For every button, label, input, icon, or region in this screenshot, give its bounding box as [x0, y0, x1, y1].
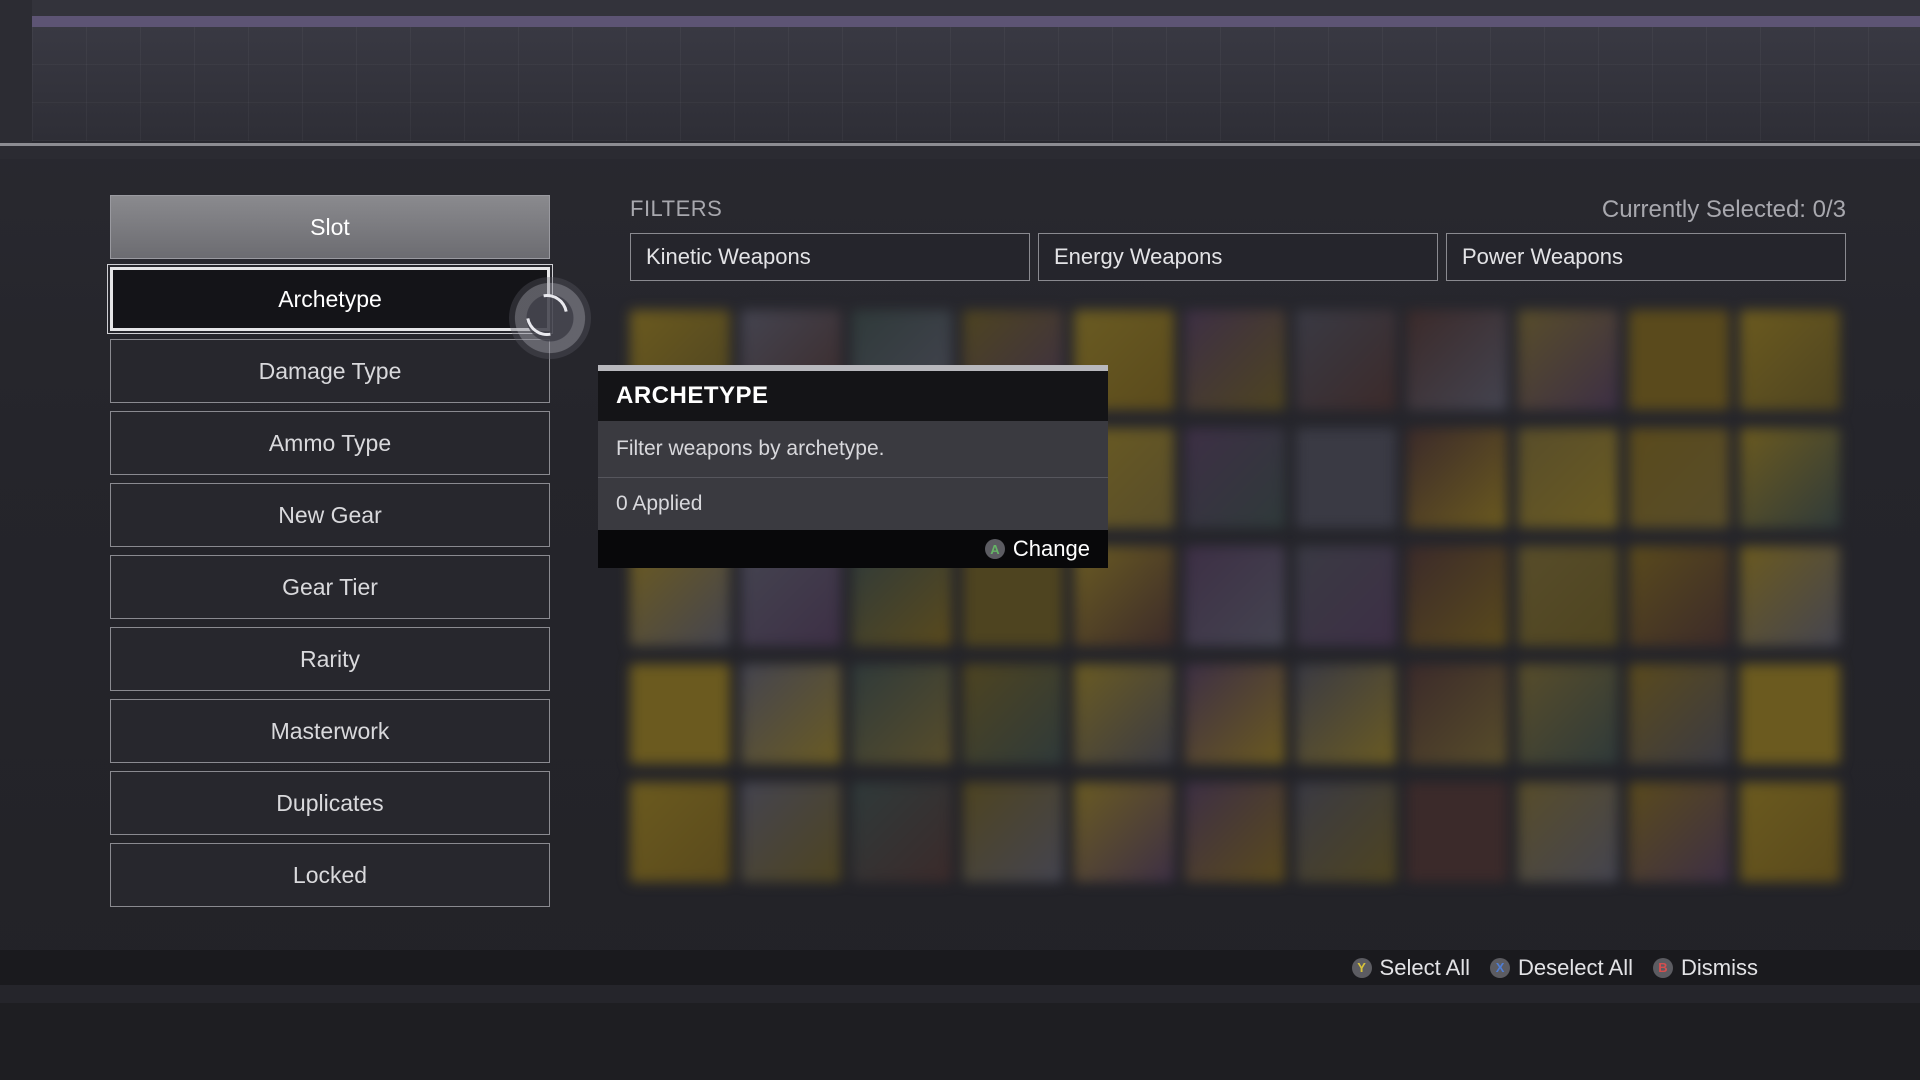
weapon-tile-blurred — [1629, 782, 1729, 882]
weapon-tile-blurred — [1074, 664, 1174, 764]
category-gear-tier[interactable]: Gear Tier — [110, 555, 550, 619]
weapon-tile-blurred — [1518, 310, 1618, 410]
weapon-tile-blurred — [1185, 782, 1285, 882]
select-all-action[interactable]: Y Select All — [1351, 954, 1471, 981]
weapon-tile-blurred — [1185, 546, 1285, 646]
y-button-icon: Y — [1351, 957, 1372, 978]
filter-kinetic-weapons[interactable]: Kinetic Weapons — [630, 233, 1030, 281]
bottom-strip — [0, 985, 1920, 1003]
weapon-tile-blurred — [1407, 428, 1507, 528]
header-banner — [32, 16, 1920, 141]
weapon-tile-blurred — [852, 782, 952, 882]
weapon-tile-blurred — [630, 782, 730, 882]
weapon-tile-blurred — [1296, 546, 1396, 646]
x-button-icon: X — [1490, 957, 1511, 978]
weapon-tile-blurred — [1518, 664, 1618, 764]
category-rarity[interactable]: Rarity — [110, 627, 550, 691]
weapon-tile-blurred — [1629, 428, 1729, 528]
weapon-tile-blurred — [1740, 546, 1840, 646]
bottom-actions: Y Select All X Deselect All B Dismiss — [1351, 950, 1758, 985]
header-divider — [0, 143, 1920, 159]
cursor-ring-icon — [509, 277, 591, 359]
header-left-shade — [0, 0, 32, 143]
weapon-tile-blurred — [1296, 428, 1396, 528]
dismiss-label: Dismiss — [1681, 954, 1758, 980]
weapon-tile-blurred — [1740, 310, 1840, 410]
weapon-tile-blurred — [1740, 782, 1840, 882]
weapon-tile-blurred — [1407, 310, 1507, 410]
weapon-tile-blurred — [1629, 664, 1729, 764]
weapon-tile-blurred — [963, 782, 1063, 882]
archetype-tooltip: ARCHETYPE Filter weapons by archetype. 0… — [598, 365, 1108, 568]
weapon-tile-blurred — [1740, 428, 1840, 528]
filters-heading: FILTERS — [630, 196, 723, 221]
tooltip-description: Filter weapons by archetype. — [598, 421, 1108, 478]
weapon-tile-blurred — [1074, 782, 1174, 882]
weapon-tile-blurred — [1629, 546, 1729, 646]
category-masterwork[interactable]: Masterwork — [110, 699, 550, 763]
dismiss-action[interactable]: B Dismiss — [1653, 955, 1758, 981]
weapon-tile-blurred — [1518, 782, 1618, 882]
category-damage-type[interactable]: Damage Type — [110, 339, 550, 403]
inventory-filter-screen: Slot Archetype Damage Type Ammo Type New… — [0, 0, 1920, 1080]
a-button-icon: A — [984, 539, 1005, 559]
tooltip-action-label: Change — [1012, 536, 1090, 561]
weapon-tile-blurred — [1185, 664, 1285, 764]
category-slot[interactable]: Slot — [110, 195, 550, 259]
weapon-tile-blurred — [1185, 428, 1285, 528]
category-ammo-type[interactable]: Ammo Type — [110, 411, 550, 475]
weapon-tile-blurred — [1629, 310, 1729, 410]
bottom-base — [0, 1003, 1920, 1080]
category-locked[interactable]: Locked — [110, 843, 550, 907]
header-top-shade — [0, 0, 1920, 16]
weapon-tile-blurred — [630, 664, 730, 764]
category-archetype[interactable]: Archetype — [107, 264, 553, 334]
weapon-tile-blurred — [741, 664, 841, 764]
currently-selected-count: Currently Selected: 0/3 — [1601, 196, 1846, 223]
weapon-tile-blurred — [1518, 546, 1618, 646]
category-new-gear[interactable]: New Gear — [110, 483, 550, 547]
weapon-tile-blurred — [1296, 664, 1396, 764]
filter-energy-weapons[interactable]: Energy Weapons — [1038, 233, 1438, 281]
weapon-tile-blurred — [1296, 782, 1396, 882]
deselect-all-action[interactable]: X Deselect All — [1490, 955, 1633, 981]
weapon-tile-blurred — [1518, 428, 1618, 528]
deselect-all-label: Deselect All — [1518, 954, 1633, 980]
tooltip-action-row[interactable]: A Change — [598, 530, 1108, 568]
tooltip-applied-count: 0 Applied — [598, 478, 1108, 530]
weapon-tile-blurred — [741, 782, 841, 882]
weapon-tile-blurred — [963, 664, 1063, 764]
category-duplicates[interactable]: Duplicates — [110, 771, 550, 835]
select-all-label: Select All — [1379, 954, 1471, 980]
weapon-tile-blurred — [1407, 546, 1507, 646]
weapon-tile-blurred — [1296, 310, 1396, 410]
filter-power-weapons[interactable]: Power Weapons — [1446, 233, 1846, 281]
b-button-icon: B — [1653, 957, 1673, 978]
tooltip-title: ARCHETYPE — [598, 371, 1108, 421]
weapon-tile-blurred — [1185, 310, 1285, 410]
weapon-tile-blurred — [1407, 664, 1507, 764]
weapon-tile-blurred — [1407, 782, 1507, 882]
weapon-tile-blurred — [1740, 664, 1840, 764]
weapon-tile-blurred — [852, 664, 952, 764]
header-accent-stripe — [32, 16, 1920, 27]
